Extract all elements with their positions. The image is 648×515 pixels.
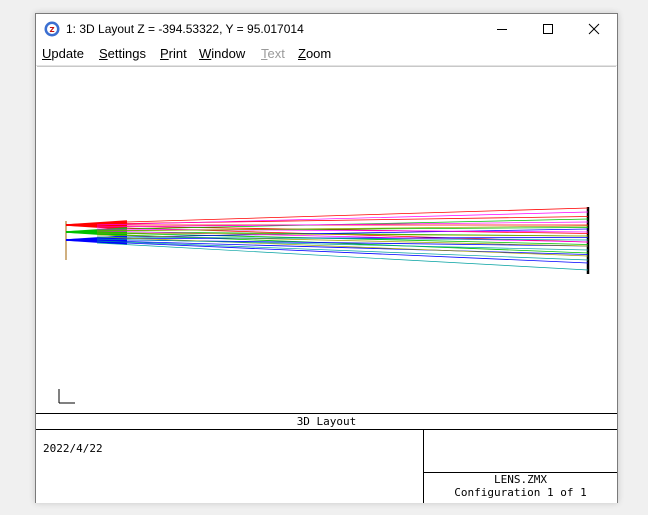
layout-canvas[interactable] (37, 66, 616, 415)
svg-text:Z: Z (49, 26, 54, 34)
layout-window: Z 1: 3D Layout Z = -394.53322, Y = 95.01… (35, 13, 618, 503)
menu-print[interactable]: Print (160, 44, 187, 64)
menu-settings[interactable]: Settings (99, 44, 146, 64)
close-icon (588, 23, 600, 35)
close-button[interactable] (571, 14, 617, 44)
window-title: 1: 3D Layout Z = -394.53322, Y = 95.0170… (66, 22, 304, 36)
menu-zoom[interactable]: Zoom (298, 44, 331, 64)
maximize-icon (543, 24, 553, 34)
layout-plot (58, 207, 590, 404)
frame-date: 2022/4/22 (43, 442, 103, 455)
menu-bar: Update Settings Print Window Text Zoom (36, 44, 617, 66)
menu-window[interactable]: Window (199, 44, 245, 64)
minimize-icon (497, 29, 507, 30)
frame-title: 3D Layout (36, 414, 617, 430)
maximize-button[interactable] (525, 14, 571, 44)
frame-configuration: Configuration 1 of 1 (454, 486, 587, 499)
minimize-button[interactable] (479, 14, 525, 44)
frame-filename: LENS.ZMX (494, 473, 547, 486)
ray-extra-2-3 (96, 242, 589, 271)
zemax-app-icon: Z (44, 21, 60, 37)
ray-2-3 (126, 241, 589, 255)
plot-info-frame: 3D Layout 2022/4/22 LENS.ZMX Configurati… (36, 413, 617, 503)
title-bar[interactable]: Z 1: 3D Layout Z = -394.53322, Y = 95.01… (36, 14, 617, 44)
menu-text: Text (261, 46, 285, 61)
menu-update[interactable]: Update (42, 44, 84, 64)
